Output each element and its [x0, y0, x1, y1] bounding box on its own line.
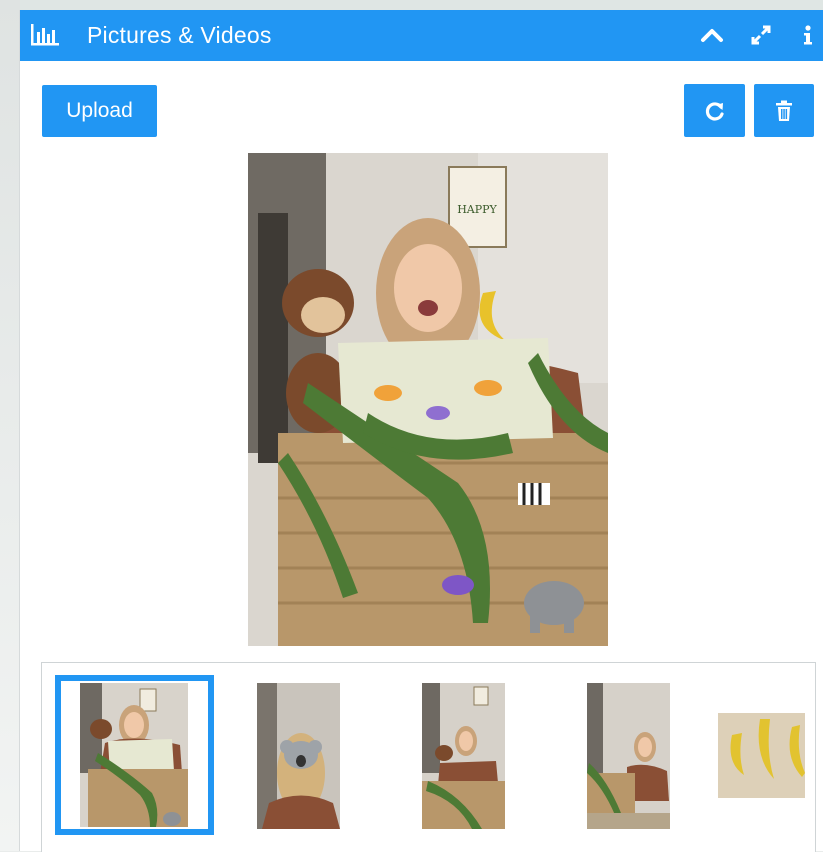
refresh-button[interactable]	[684, 84, 745, 137]
expand-icon	[750, 24, 772, 46]
bar-chart-icon	[30, 23, 60, 47]
refresh-icon	[704, 100, 726, 122]
chevron-up-icon	[700, 27, 724, 43]
upload-button[interactable]: Upload	[42, 85, 157, 137]
thumbnail-strip	[41, 662, 816, 852]
collapse-button[interactable]	[697, 20, 727, 50]
thumbnail-bananas[interactable]	[718, 713, 805, 798]
svg-text:HAPPY: HAPPY	[457, 203, 497, 216]
thumbnail-jungle-basket[interactable]	[55, 675, 214, 835]
background-left	[0, 0, 20, 851]
info-button[interactable]	[796, 20, 820, 50]
expand-button[interactable]	[746, 20, 776, 50]
thumbnail-jungle-wide[interactable]	[422, 683, 505, 829]
panel-header: Pictures & Videos	[20, 10, 823, 61]
thumbnail-koala-mask[interactable]	[257, 683, 340, 829]
pictures-videos-panel: Pictures & Videos Upload HAPPY	[19, 10, 823, 852]
panel-title: Pictures & Videos	[87, 22, 272, 48]
main-photo: HAPPY	[248, 153, 608, 646]
delete-button[interactable]	[754, 84, 814, 137]
thumbnail-jungle-side[interactable]	[587, 683, 670, 829]
info-icon	[803, 24, 813, 46]
trash-icon	[775, 100, 793, 122]
